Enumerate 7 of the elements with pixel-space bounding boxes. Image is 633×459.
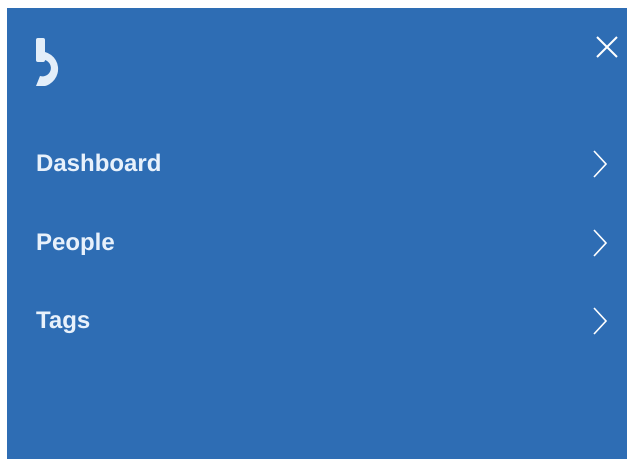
chevron-right-icon <box>593 229 607 257</box>
menu-item[interactable]: Tags <box>36 307 90 335</box>
close-button[interactable] <box>595 35 619 59</box>
menu-item[interactable]: Dashboard <box>36 150 162 178</box>
chevron-right-icon <box>593 307 607 335</box>
chevron-right-icon <box>593 150 607 178</box>
menu-item[interactable]: People <box>36 229 115 257</box>
